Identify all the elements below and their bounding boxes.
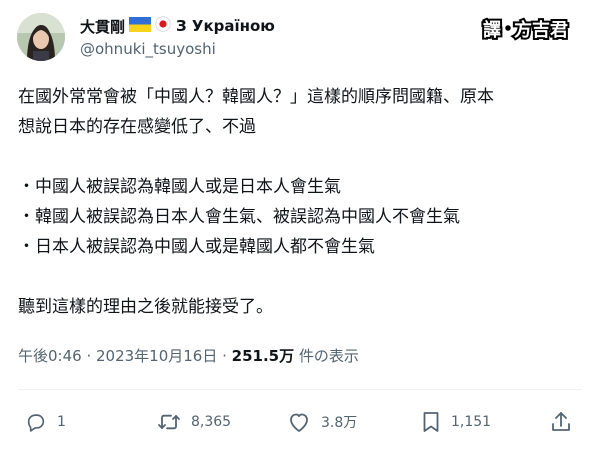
avatar[interactable] bbox=[17, 13, 65, 61]
divider bbox=[18, 389, 582, 390]
svg-text:譯: 譯 bbox=[483, 19, 501, 41]
reply-count: 1 bbox=[57, 414, 66, 430]
watermark-logo: 譯 方吉君 bbox=[481, 12, 573, 44]
like-count: 3.8万 bbox=[321, 415, 358, 431]
tweet-date[interactable]: 2023年10月16日 bbox=[96, 347, 217, 365]
action-bar: 1 8,365 3.8万 1,151 bbox=[0, 406, 598, 438]
share-button[interactable] bbox=[550, 406, 572, 438]
bookmark-count: 1,151 bbox=[451, 414, 492, 430]
japan-flag-icon bbox=[155, 16, 171, 36]
views-label: 件の表示 bbox=[294, 347, 359, 365]
meta-separator: · bbox=[217, 347, 232, 365]
tweet-line: ・韓國人被誤認為日本人會生氣、被誤認為中國人不會生氣 bbox=[18, 207, 460, 227]
avatar-image bbox=[17, 13, 65, 61]
tweet-time[interactable]: 午後0:46 bbox=[18, 347, 82, 365]
tweet-line: ・日本人被誤認為中國人或是韓國人都不會生氣 bbox=[18, 237, 375, 257]
bookmark-button[interactable]: 1,151 bbox=[421, 406, 491, 438]
tweet-line: 在國外常常會被「中國人？韓國人？」這樣的順序問國籍、原本 bbox=[18, 87, 494, 107]
reply-icon bbox=[25, 411, 47, 433]
retweet-button[interactable]: 8,365 bbox=[157, 406, 231, 438]
bookmark-icon bbox=[421, 410, 441, 434]
display-name[interactable]: 大貫剛 bbox=[80, 16, 125, 37]
tweet-line: 聽到這樣的理由之後就能接受了。 bbox=[18, 297, 273, 317]
retweet-count: 8,365 bbox=[191, 414, 232, 430]
tweet-line: 想說日本的存在感變低了、不過 bbox=[18, 117, 256, 137]
user-name-row[interactable]: 大貫剛 З Україною bbox=[80, 15, 275, 37]
retweet-icon bbox=[157, 411, 181, 433]
reply-button[interactable]: 1 bbox=[25, 406, 66, 438]
tweet-line: ・中國人被誤認為韓國人或是日本人會生氣 bbox=[18, 177, 341, 197]
view-count: 251.5万 bbox=[231, 347, 295, 365]
like-icon bbox=[287, 411, 311, 433]
share-icon bbox=[550, 410, 572, 434]
tweet-meta: 午後0:46 · 2023年10月16日 · 251.5万 件の表示 bbox=[18, 345, 359, 366]
tweet-text: 在國外常常會被「中國人？韓國人？」這樣的順序問國籍、原本 想說日本的存在感變低了… bbox=[18, 82, 583, 322]
display-name-suffix: З Україною bbox=[176, 17, 275, 35]
like-button[interactable]: 3.8万 bbox=[287, 406, 357, 438]
user-handle[interactable]: @ohnuki_tsuyoshi bbox=[80, 40, 216, 58]
svg-text:方吉君: 方吉君 bbox=[514, 19, 568, 41]
ukraine-flag-icon bbox=[129, 16, 152, 36]
meta-separator: · bbox=[81, 347, 96, 365]
